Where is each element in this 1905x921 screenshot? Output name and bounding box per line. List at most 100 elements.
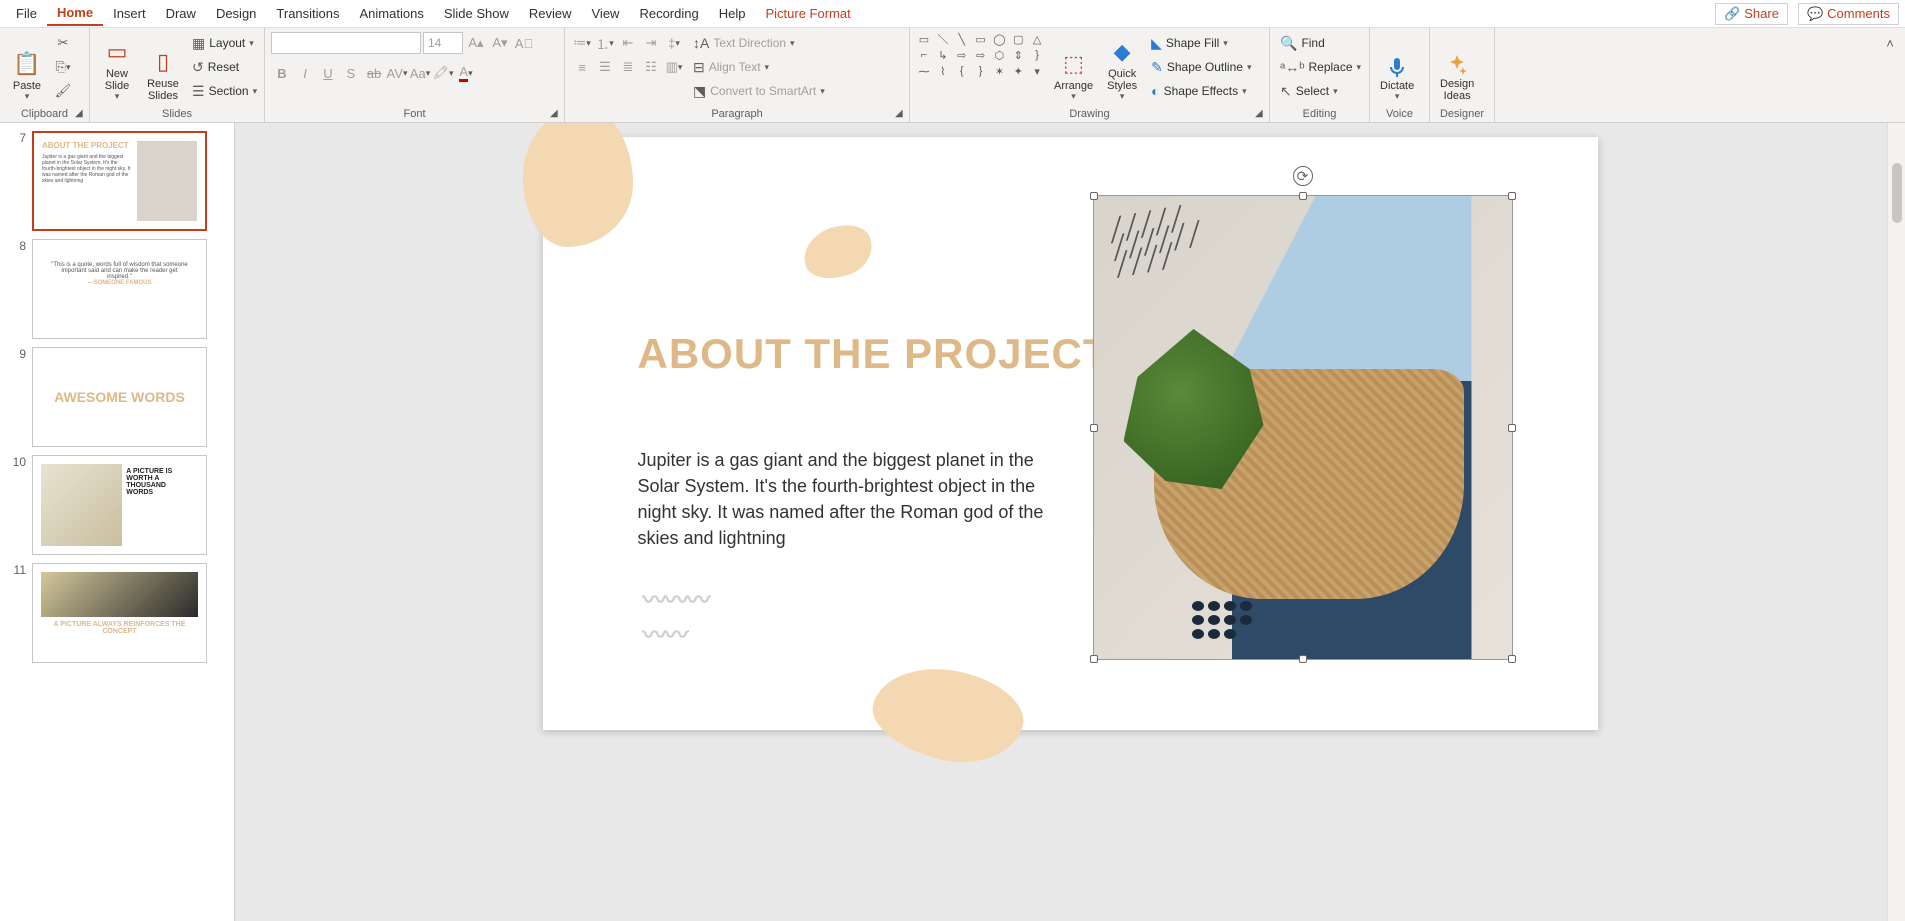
slide-editor[interactable]: 〰〰〰〰〰 ABOUT THE PROJECT Jupiter is a gas… bbox=[235, 123, 1905, 921]
increase-indent-button[interactable]: ⇥ bbox=[640, 32, 662, 54]
convert-smartart-button[interactable]: ⬔Convert to SmartArt bbox=[689, 80, 829, 102]
decrease-indent-button[interactable]: ⇤ bbox=[617, 32, 639, 54]
thumbnail-panel[interactable]: 7ABOUT THE PROJECTJupiter is a gas giant… bbox=[0, 123, 235, 921]
design-ideas-button[interactable]: Design Ideas bbox=[1436, 32, 1478, 104]
format-painter-button[interactable]: 🖌 bbox=[52, 80, 74, 102]
numbering-button[interactable]: ⒈ bbox=[594, 32, 616, 54]
shape-oval[interactable]: ◯ bbox=[991, 32, 1007, 46]
shape-line[interactable]: ＼ bbox=[935, 32, 951, 46]
shape-outline-button[interactable]: ✎Shape Outline bbox=[1147, 56, 1255, 78]
tab-insert[interactable]: Insert bbox=[103, 2, 156, 25]
resize-handle-e[interactable] bbox=[1508, 424, 1516, 432]
shape-hexagon[interactable]: ⬡ bbox=[991, 48, 1007, 62]
underline-button[interactable]: U bbox=[317, 62, 339, 84]
reset-button[interactable]: ↺Reset bbox=[188, 56, 261, 78]
align-left-button[interactable]: ≡ bbox=[571, 56, 593, 78]
shape-fill-button[interactable]: ◣Shape Fill bbox=[1147, 32, 1255, 54]
change-case-button[interactable]: Aa bbox=[409, 62, 431, 84]
dictate-button[interactable]: Dictate bbox=[1376, 32, 1418, 104]
shape-star[interactable]: ✶ bbox=[991, 64, 1007, 78]
thumbnail-slide[interactable]: A PICTURE ALWAYS REINFORCES THE CONCEPT bbox=[32, 563, 207, 663]
resize-handle-ne[interactable] bbox=[1508, 192, 1516, 200]
arrange-button[interactable]: ⬚ Arrange bbox=[1050, 32, 1097, 104]
shape-line2[interactable]: ╲ bbox=[954, 32, 970, 46]
thumbnail-slide[interactable]: A PICTURE IS WORTH A THOUSAND WORDS bbox=[32, 455, 207, 555]
thumbnail-slide[interactable]: AWESOME WORDS bbox=[32, 347, 207, 447]
slide-heading[interactable]: ABOUT THE PROJECT bbox=[638, 332, 1110, 376]
font-name-input[interactable] bbox=[271, 32, 421, 54]
shape-plus[interactable]: ✦ bbox=[1010, 64, 1026, 78]
resize-handle-n[interactable] bbox=[1299, 192, 1307, 200]
layout-button[interactable]: ▦Layout bbox=[188, 32, 261, 54]
shape-updown[interactable]: ⇕ bbox=[1010, 48, 1026, 62]
new-slide-button[interactable]: ▭ New Slide bbox=[96, 32, 138, 104]
resize-handle-sw[interactable] bbox=[1090, 655, 1098, 663]
reuse-slides-button[interactable]: ▯ Reuse Slides bbox=[142, 32, 184, 104]
font-size-input[interactable] bbox=[423, 32, 463, 54]
editor-vertical-scrollbar[interactable] bbox=[1887, 123, 1905, 921]
align-right-button[interactable]: ≣ bbox=[617, 56, 639, 78]
bold-button[interactable]: B bbox=[271, 62, 293, 84]
tab-view[interactable]: View bbox=[582, 2, 630, 25]
shape-curve[interactable]: ⁓ bbox=[916, 64, 932, 78]
shape-bracket[interactable]: { bbox=[954, 64, 970, 78]
font-color-button[interactable]: A bbox=[455, 62, 477, 84]
justify-button[interactable]: ☷ bbox=[640, 56, 662, 78]
clear-format-button[interactable]: A⃠ bbox=[513, 32, 535, 54]
tab-design[interactable]: Design bbox=[206, 2, 266, 25]
tab-recording[interactable]: Recording bbox=[629, 2, 708, 25]
shape-roundrect[interactable]: ▢ bbox=[1010, 32, 1026, 46]
tab-file[interactable]: File bbox=[6, 2, 47, 25]
shadow-button[interactable]: S bbox=[340, 62, 362, 84]
tab-home[interactable]: Home bbox=[47, 1, 103, 26]
slide-body-text[interactable]: Jupiter is a gas giant and the biggest p… bbox=[638, 447, 1058, 551]
shape-elbow[interactable]: ⌐ bbox=[916, 48, 932, 62]
tab-slideshow[interactable]: Slide Show bbox=[434, 2, 519, 25]
shape-brace[interactable]: } bbox=[1029, 48, 1045, 62]
resize-handle-se[interactable] bbox=[1508, 655, 1516, 663]
line-spacing-button[interactable]: ‡ bbox=[663, 32, 685, 54]
resize-handle-s[interactable] bbox=[1299, 655, 1307, 663]
clipboard-launcher[interactable]: ◢ bbox=[75, 108, 87, 120]
italic-button[interactable]: I bbox=[294, 62, 316, 84]
share-button[interactable]: 🔗Share bbox=[1715, 3, 1788, 25]
shape-more[interactable]: ▾ bbox=[1029, 64, 1045, 78]
font-launcher[interactable]: ◢ bbox=[550, 108, 562, 120]
shape-triangle[interactable]: △ bbox=[1029, 32, 1045, 46]
decrease-font-button[interactable]: A▾ bbox=[489, 32, 511, 54]
slide-canvas[interactable]: 〰〰〰〰〰 ABOUT THE PROJECT Jupiter is a gas… bbox=[543, 137, 1598, 730]
comments-button[interactable]: 💬Comments bbox=[1798, 3, 1899, 25]
char-spacing-button[interactable]: AV bbox=[386, 62, 408, 84]
paste-button[interactable]: 📋 Paste bbox=[6, 32, 48, 104]
text-direction-button[interactable]: ↕AText Direction bbox=[689, 32, 829, 54]
select-button[interactable]: ↖Select bbox=[1276, 80, 1365, 102]
shape-textbox[interactable]: ▭ bbox=[916, 32, 932, 46]
rotate-handle[interactable]: ⟳ bbox=[1293, 166, 1313, 186]
selected-picture[interactable]: ╱╱╱╱╱╱╱╱╱╱╱╱╱╱╱ ⟳ bbox=[1093, 195, 1513, 660]
thumbnail-slide[interactable]: ABOUT THE PROJECTJupiter is a gas giant … bbox=[32, 131, 207, 231]
resize-handle-w[interactable] bbox=[1090, 424, 1098, 432]
align-text-button[interactable]: ⊟Align Text bbox=[689, 56, 829, 78]
paragraph-launcher[interactable]: ◢ bbox=[895, 108, 907, 120]
drawing-launcher[interactable]: ◢ bbox=[1255, 108, 1267, 120]
shapes-gallery[interactable]: ▭ ＼ ╲ ▭ ◯ ▢ △ ⌐ ↳ ⇨ ⇨ ⬡ ⇕ } ⁓ ⌇ { } ✶ ✦ bbox=[916, 32, 1046, 78]
resize-handle-nw[interactable] bbox=[1090, 192, 1098, 200]
tab-draw[interactable]: Draw bbox=[156, 2, 206, 25]
quick-styles-button[interactable]: ◆ Quick Styles bbox=[1101, 32, 1143, 104]
shape-rect[interactable]: ▭ bbox=[973, 32, 989, 46]
shape-effects-button[interactable]: ◐Shape Effects bbox=[1147, 80, 1255, 102]
tab-help[interactable]: Help bbox=[709, 2, 756, 25]
copy-button[interactable]: ⎘ bbox=[52, 56, 74, 78]
replace-button[interactable]: ᵃ↔ᵇReplace bbox=[1276, 56, 1365, 78]
shape-elbowarrow[interactable]: ↳ bbox=[935, 48, 951, 62]
thumbnail-slide[interactable]: "This is a quote, words full of wisdom t… bbox=[32, 239, 207, 339]
tab-picture-format[interactable]: Picture Format bbox=[755, 2, 860, 25]
section-button[interactable]: ☰Section bbox=[188, 80, 261, 102]
shape-arrow2[interactable]: ⇨ bbox=[973, 48, 989, 62]
shape-bracket2[interactable]: } bbox=[973, 64, 989, 78]
align-center-button[interactable]: ☰ bbox=[594, 56, 616, 78]
shape-arrow[interactable]: ⇨ bbox=[954, 48, 970, 62]
strike-button[interactable]: ab bbox=[363, 62, 385, 84]
columns-button[interactable]: ▥ bbox=[663, 56, 685, 78]
cut-button[interactable]: ✂ bbox=[52, 32, 74, 54]
